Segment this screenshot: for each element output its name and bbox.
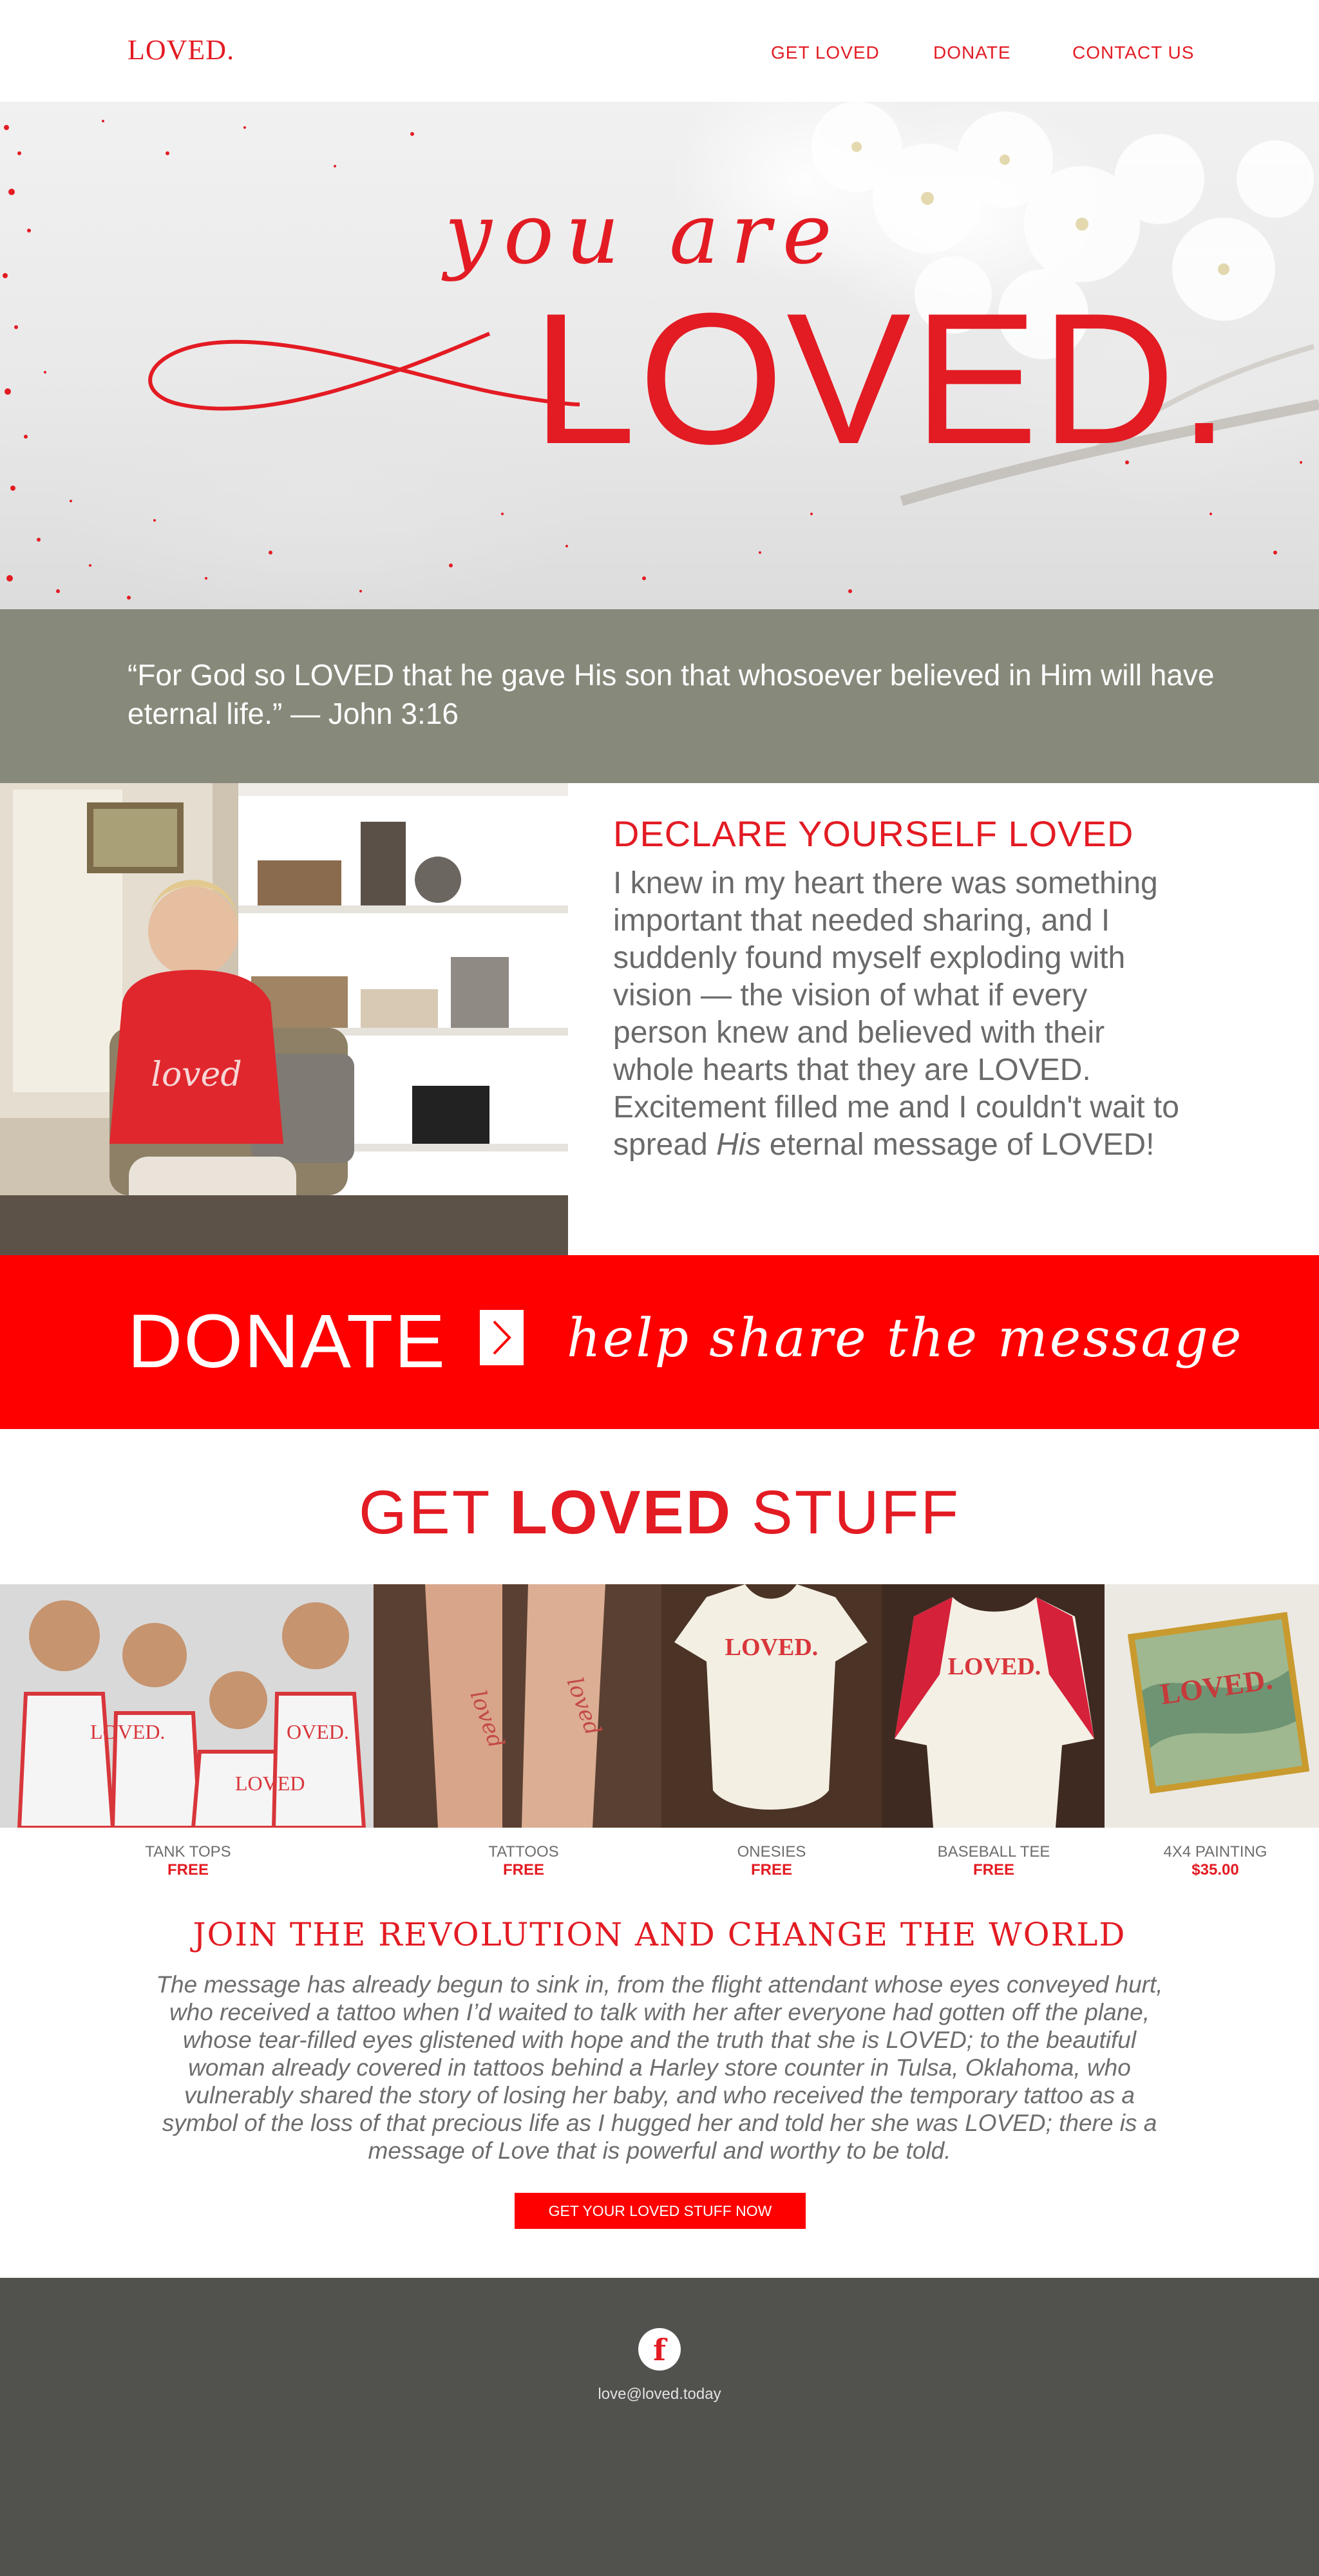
nav-link-get-loved[interactable]: GET LOVED <box>771 43 880 63</box>
chevron-right-icon <box>493 1320 511 1355</box>
footer: f love@loved.today <box>0 2278 1319 2576</box>
stuff-title: GET LOVED STUFF <box>0 1477 1319 1548</box>
product-price: FREE <box>502 1861 544 1879</box>
site-logo[interactable]: LOVED. <box>128 33 234 66</box>
product-onesies[interactable]: ONESIES FREE <box>688 1843 855 1879</box>
hero-artwork: you are LOVED. <box>3 102 1319 600</box>
product-name: 4X4 PAINTING <box>1163 1843 1267 1861</box>
onesie-text: LOVED. <box>725 1634 819 1661</box>
tee-text: LOVED. <box>948 1653 1041 1680</box>
product-price: FREE <box>973 1861 1014 1879</box>
product-gallery: LOVED. LOVED OVED. loved loved LOVED. LO… <box>0 1584 1319 1828</box>
hero-main-text: LOVED. <box>532 274 1233 483</box>
hero-banner: you are LOVED. <box>0 102 1319 609</box>
product-image-tank-tops[interactable]: LOVED. LOVED OVED. <box>0 1584 374 1828</box>
svg-text:LOVED: LOVED <box>235 1772 305 1795</box>
product-baseball-tee[interactable]: BASEBALL TEE FREE <box>910 1843 1077 1879</box>
footer-email[interactable]: love@loved.today <box>0 2385 1319 2403</box>
stuff-title-bold: LOVED <box>509 1478 733 1547</box>
product-name: TATTOOS <box>488 1843 559 1861</box>
product-name: BASEBALL TEE <box>937 1843 1050 1861</box>
revolution-title: JOIN THE REVOLUTION AND CHANGE THE WORLD <box>193 1916 1126 1953</box>
product-image-tattoos[interactable]: loved loved <box>374 1584 661 1828</box>
get-loved-stuff-button[interactable]: GET YOUR LOVED STUFF NOW <box>515 2193 806 2229</box>
verse-band: “For God so LOVED that he gave His son t… <box>0 609 1319 783</box>
tank-text: LOVED. <box>90 1720 165 1743</box>
donate-link[interactable]: DONATE <box>128 1298 446 1385</box>
product-name: ONESIES <box>737 1843 806 1861</box>
stuff-title-start: GET <box>359 1478 510 1547</box>
product-image-onesies[interactable]: LOVED. <box>661 1584 882 1828</box>
revolution-body: The message has already begun to sink in… <box>156 1971 1163 2164</box>
product-tattoos[interactable]: TATTOOS FREE <box>440 1843 607 1879</box>
product-image-baseball-tee[interactable]: LOVED. <box>882 1584 1105 1828</box>
product-price: $35.00 <box>1191 1861 1239 1879</box>
product-painting[interactable]: 4X4 PAINTING $35.00 <box>1132 1843 1299 1879</box>
declare-body: I knew in my heart there was something i… <box>613 865 1186 1164</box>
stuff-title-end: STUFF <box>732 1478 960 1547</box>
bible-verse: “For God so LOVED that he gave His son t… <box>128 658 1215 730</box>
product-name: TANK TOPS <box>145 1843 231 1861</box>
nav-link-donate[interactable]: DONATE <box>933 43 1011 63</box>
product-price: FREE <box>167 1861 209 1879</box>
product-image-painting[interactable]: LOVED. <box>1105 1584 1319 1828</box>
founder-photo: loved <box>0 783 568 1255</box>
script-flourish <box>148 332 580 411</box>
donate-arrow-button[interactable] <box>480 1310 524 1365</box>
declare-body-emphasis: His <box>716 1128 761 1162</box>
product-price: FREE <box>750 1861 792 1879</box>
nav-link-contact-us[interactable]: CONTACT US <box>1072 43 1194 63</box>
donate-band: DONATE help share the message <box>0 1255 1319 1429</box>
top-nav: LOVED. GET LOVED DONATE CONTACT US <box>0 0 1319 102</box>
hero-script-text: you are <box>441 185 843 283</box>
declare-title: DECLARE YOURSELF LOVED <box>613 813 1134 854</box>
product-tank-tops[interactable]: TANK TOPS FREE <box>104 1843 272 1879</box>
declare-body-text: I knew in my heart there was something i… <box>613 866 1179 1162</box>
declare-body-text-end: eternal message of LOVED! <box>761 1128 1155 1162</box>
donate-tagline: help share the message <box>567 1308 1244 1369</box>
shirt-text: loved <box>151 1056 242 1094</box>
declare-section: DECLARE YOURSELF LOVED I knew in my hear… <box>613 813 1186 1164</box>
svg-text:OVED.: OVED. <box>287 1720 349 1743</box>
facebook-icon[interactable]: f <box>638 2328 681 2371</box>
